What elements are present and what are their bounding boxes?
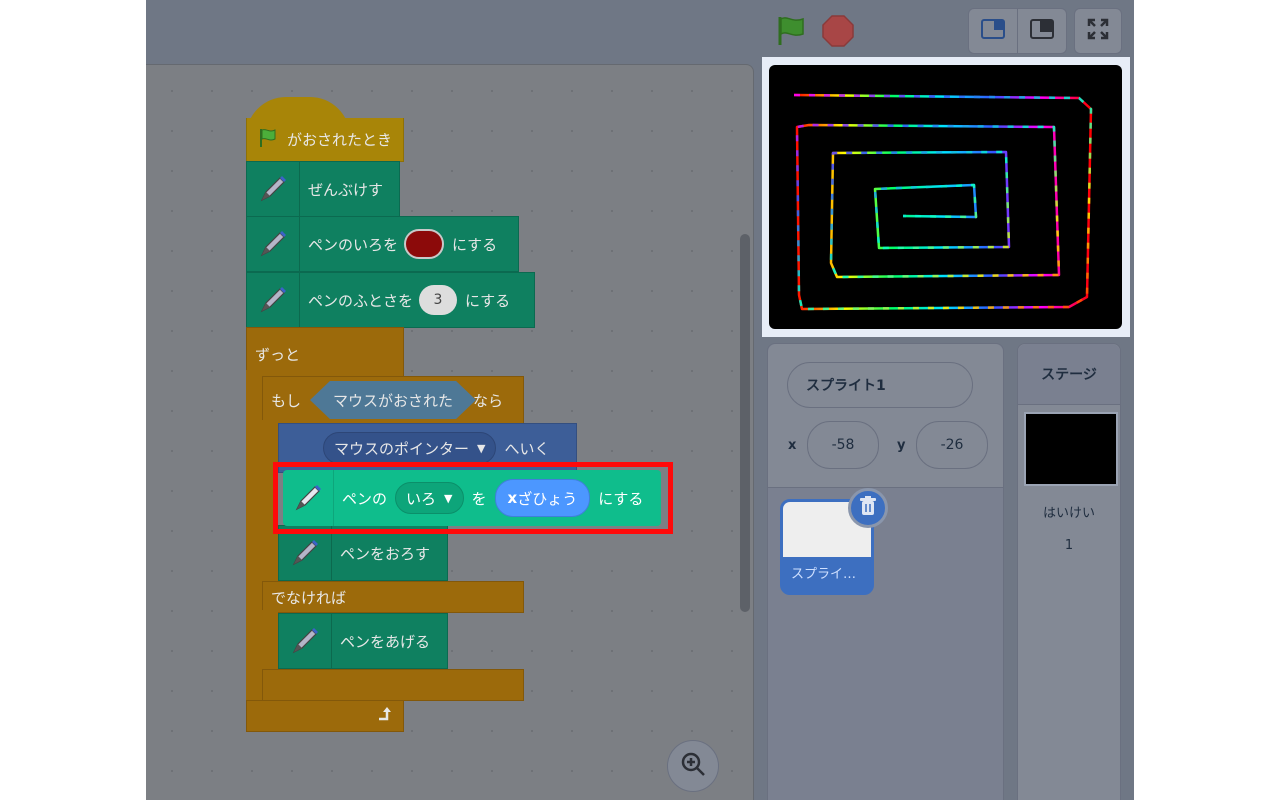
sprite-info-header: スプライト1 x -58 y -26 xyxy=(768,344,1003,488)
y-label: y xyxy=(897,438,906,453)
forever-arm xyxy=(246,370,262,710)
stage-selector-panel[interactable]: ステージ はいけい 1 xyxy=(1017,343,1121,800)
backdrops-count: 1 xyxy=(1064,538,1074,553)
pen-down-label: ペンをおろす xyxy=(340,544,431,563)
pen-color-swatch[interactable] xyxy=(404,229,445,259)
set-param-mid: を xyxy=(471,489,487,508)
pen-icon xyxy=(279,614,332,668)
x-position-label: ざひょう xyxy=(517,489,578,508)
chevron-down-icon: ▼ xyxy=(444,491,453,505)
chevron-down-icon: ▼ xyxy=(477,441,486,455)
else-block: でなければ xyxy=(262,581,524,613)
set-pen-color-prefix: ペンのいろを xyxy=(308,235,399,254)
y-position-field[interactable]: -26 xyxy=(916,421,988,469)
goto-suffix: へいく xyxy=(504,439,550,458)
set-pen-param-block[interactable]: ペンの いろ ▼ を x ざひょう にする xyxy=(283,470,661,526)
pen-icon xyxy=(279,526,332,580)
sprite-name-field[interactable]: スプライト1 xyxy=(787,362,973,408)
small-stage-button[interactable] xyxy=(968,8,1018,54)
pen-clear-block[interactable]: ぜんぶけす xyxy=(246,161,400,217)
pen-up-label: ペンをあげる xyxy=(340,632,431,651)
pen-icon xyxy=(247,162,300,216)
set-pen-size-block[interactable]: ペンのふとさを 3 にする xyxy=(246,272,535,328)
when-flag-clicked-block[interactable]: がおされたとき xyxy=(246,118,404,162)
backdrops-label: はいけい xyxy=(1042,506,1095,521)
stage-panel-title: ステージ xyxy=(1018,344,1120,405)
large-stage-button[interactable] xyxy=(1017,8,1067,54)
set-param-suffix: にする xyxy=(598,489,644,508)
zoom-in-icon xyxy=(680,751,706,781)
stage-thumbnail[interactable] xyxy=(1024,412,1118,486)
pen-param-dropdown[interactable]: いろ ▼ xyxy=(395,482,464,514)
x-label: x xyxy=(788,438,797,453)
pen-up-block[interactable]: ペンをあげる xyxy=(278,613,448,669)
if-else-footer xyxy=(262,669,524,701)
stop-icon[interactable] xyxy=(821,14,855,48)
else-arm xyxy=(262,610,278,672)
trash-icon xyxy=(859,496,877,520)
set-pen-size-suffix: にする xyxy=(465,291,511,310)
pen-icon xyxy=(247,217,300,271)
mouse-down-condition[interactable]: マウスがおされた xyxy=(310,381,476,419)
x-position-reporter[interactable]: x ざひょう xyxy=(494,479,591,517)
loop-arrow-icon xyxy=(375,705,393,727)
pen-param-label: いろ xyxy=(406,489,437,508)
set-pen-size-prefix: ペンのふとさを xyxy=(308,291,414,310)
goto-target-label: マウスのポインター xyxy=(334,439,470,458)
forever-label: ずっと xyxy=(255,346,301,364)
pen-icon xyxy=(247,273,300,327)
if-label: もし xyxy=(271,391,302,410)
pen-drawing xyxy=(793,93,1093,311)
sprite-tile-name: スプライ… xyxy=(791,567,857,582)
when-flag-label: がおされたとき xyxy=(287,131,393,149)
green-flag-icon[interactable] xyxy=(774,14,808,48)
set-pen-color-suffix: にする xyxy=(452,235,498,254)
forever-footer xyxy=(246,700,404,732)
goto-target-dropdown[interactable]: マウスのポインター ▼ xyxy=(323,432,497,464)
scratch-editor: がおされたとき ぜんぶけす ペンのいろを にする ペンのふとさを 3 にする ず… xyxy=(146,0,1134,800)
fullscreen-icon xyxy=(1087,18,1109,44)
set-pen-color-block[interactable]: ペンのいろを にする xyxy=(246,216,519,272)
x-position-field[interactable]: -58 xyxy=(807,421,879,469)
zoom-in-button[interactable] xyxy=(667,740,719,792)
pen-size-input[interactable]: 3 xyxy=(419,285,458,315)
pen-clear-label: ぜんぶけす xyxy=(308,180,384,199)
small-stage-icon xyxy=(981,19,1005,43)
stage-canvas[interactable] xyxy=(769,65,1122,329)
forever-block[interactable]: ずっと xyxy=(246,327,404,377)
pen-icon xyxy=(283,470,334,526)
green-flag-icon xyxy=(257,127,279,153)
large-stage-icon xyxy=(1030,19,1054,43)
sprite-info-panel: スプライト1 x -58 y -26 スプライ… xyxy=(767,343,1004,800)
fullscreen-button[interactable] xyxy=(1074,8,1122,54)
else-label: でなければ xyxy=(271,588,347,607)
x-position-prefix: x xyxy=(507,489,518,507)
delete-sprite-button[interactable] xyxy=(848,488,888,528)
set-param-prefix: ペンの xyxy=(342,489,388,508)
